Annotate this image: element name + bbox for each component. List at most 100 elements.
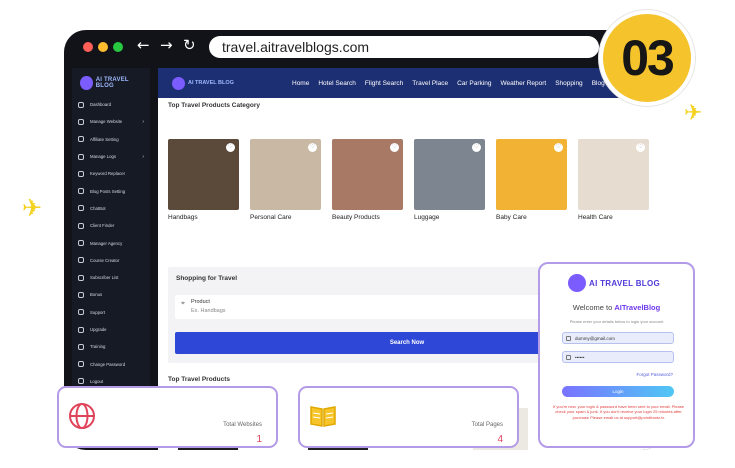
menu-icon [78, 343, 84, 350]
nav-link[interactable]: Hotel Search [318, 80, 356, 87]
sidebar-item[interactable]: Blog Posts Setting [72, 182, 150, 199]
stat-value: 4 [497, 434, 503, 445]
airplane-icon: ✈ [684, 101, 703, 126]
book-icon [310, 406, 336, 427]
forgot-password-link[interactable]: Forgot Password? [636, 372, 673, 377]
site-nav-links: Home Hotel Search Flight Search Travel Plac… [292, 68, 622, 98]
login-panel: AI TRAVEL BLOG Welcome to AITravelBlog P… [538, 262, 695, 448]
nav-link[interactable]: Flight Search [365, 80, 403, 87]
reload-icon[interactable]: ↻ [183, 36, 196, 54]
sidebar-item[interactable]: Upgrade [72, 321, 150, 338]
category-card[interactable]: ♡ Luggage [414, 139, 485, 221]
category-card[interactable]: ♡ Handbags [168, 139, 239, 221]
category-card[interactable]: ♡ Baby Care [496, 139, 567, 221]
sidebar-logo-text: AI TRAVEL BLOG [95, 77, 129, 89]
close-window-dot[interactable] [83, 42, 93, 52]
login-brand: AI TRAVEL BLOG [568, 274, 660, 292]
heart-icon[interactable]: ♡ [636, 143, 645, 152]
nav-link[interactable]: Car Parking [457, 80, 491, 87]
sidebar-item[interactable]: Support [72, 304, 150, 321]
product-field-placeholder: Ex. Handbags [191, 308, 226, 314]
sidebar-item-label: Manage Website [90, 119, 123, 125]
sidebar-item[interactable]: Manage Logs › [72, 148, 150, 165]
heart-icon[interactable]: ♡ [390, 143, 399, 152]
category-image: ♡ [168, 139, 239, 210]
category-label: Luggage [414, 214, 440, 221]
welcome-prefix: Welcome to [572, 303, 615, 312]
address-bar[interactable]: travel.aitravelblogs.com [209, 36, 599, 58]
category-image: ♡ [332, 139, 403, 210]
nav-link[interactable]: Home [292, 80, 309, 87]
robot-logo-icon [172, 76, 185, 90]
nav-link[interactable]: Travel Place [412, 80, 448, 87]
sidebar-item-label: Subscriber List [90, 275, 119, 281]
sidebar-item[interactable]: Training [72, 338, 150, 355]
robot-logo-icon [568, 274, 586, 292]
nav-link[interactable]: Shopping [555, 80, 582, 87]
category-image: ♡ [578, 139, 649, 210]
sidebar-item[interactable]: Course Creator [72, 252, 150, 269]
step-number-badge: 03 [599, 10, 695, 106]
category-label: Handbags [168, 214, 198, 221]
menu-icon [78, 222, 84, 229]
globe-icon [69, 403, 95, 429]
category-label: Beauty Products [332, 214, 380, 221]
minimize-window-dot[interactable] [98, 42, 108, 52]
nav-link[interactable]: Weather Report [500, 80, 546, 87]
sidebar-item-label: Keyword Replacer [90, 171, 126, 177]
category-image: ♡ [414, 139, 485, 210]
shopping-title: Shopping for Travel [176, 275, 238, 282]
category-image: ♡ [250, 139, 321, 210]
sidebar-item-label: Training [90, 344, 106, 350]
menu-icon [78, 101, 84, 108]
sidebar-item[interactable]: Subscriber List [72, 269, 150, 286]
email-field[interactable]: dummy@gmail.com [562, 332, 674, 344]
sidebar-item-label: ChatBot [90, 205, 106, 211]
sidebar-item[interactable]: Manager Agency [72, 234, 150, 251]
location-pin-icon: ⌖ [181, 300, 185, 307]
category-card[interactable]: ♡ Beauty Products [332, 139, 403, 221]
menu-icon [78, 361, 84, 368]
password-value: •••••• [575, 355, 585, 360]
maximize-window-dot[interactable] [113, 42, 123, 52]
login-button[interactable]: Login [562, 386, 674, 397]
site-logo[interactable]: AI TRAVEL BLOG [172, 76, 234, 90]
sidebar-item[interactable]: Client Finder [72, 217, 150, 234]
sidebar-item-label: Affiliate Setting [90, 136, 119, 142]
password-field[interactable]: •••••• [562, 351, 674, 363]
heart-icon[interactable]: ♡ [472, 143, 481, 152]
sidebar-item-label: Logout [90, 378, 104, 384]
sidebar-item-label: Course Creator [90, 257, 120, 263]
sidebar-item[interactable]: Change Password [72, 355, 150, 372]
menu-icon [78, 378, 84, 385]
sidebar-menu: Dashboard Manage Website › Affiliate Settin… [72, 96, 150, 390]
sidebar-item-label: Change Password [90, 361, 126, 367]
heart-icon[interactable]: ♡ [308, 143, 317, 152]
heart-icon[interactable]: ♡ [554, 143, 563, 152]
back-icon[interactable]: ← [137, 36, 150, 54]
stat-value: 1 [256, 434, 262, 445]
login-brand-text: AI TRAVEL BLOG [589, 278, 661, 288]
category-card[interactable]: ♡ Personal Care [250, 139, 321, 221]
stat-label: Total Pages [471, 422, 503, 428]
category-card[interactable]: ♡ Health Care [578, 139, 649, 221]
sidebar-item[interactable]: Keyword Replacer [72, 165, 150, 182]
menu-icon [78, 136, 84, 143]
sidebar-logo[interactable]: AI TRAVEL BLOG [72, 68, 150, 96]
chevron-right-icon: › [142, 153, 144, 160]
welcome-brand: AITravelBlog [614, 303, 661, 312]
menu-icon [78, 153, 84, 160]
sidebar-item[interactable]: Bonus [72, 286, 150, 303]
sidebar-item[interactable]: ChatBot [72, 200, 150, 217]
menu-icon [78, 240, 84, 247]
sidebar-item-label: Support [90, 309, 106, 315]
sidebar-item-label: Dashboard [90, 102, 112, 108]
total-websites-card: Total Websites 1 [57, 386, 278, 448]
menu-icon [78, 257, 84, 264]
sidebar-item[interactable]: Manage Website › [72, 113, 150, 130]
sidebar-item[interactable]: Affiliate Setting [72, 131, 150, 148]
sidebar-item[interactable]: Dashboard [72, 96, 150, 113]
heart-icon[interactable]: ♡ [226, 143, 235, 152]
airplane-icon: ✈ [22, 194, 43, 222]
forward-icon[interactable]: → [160, 36, 173, 54]
